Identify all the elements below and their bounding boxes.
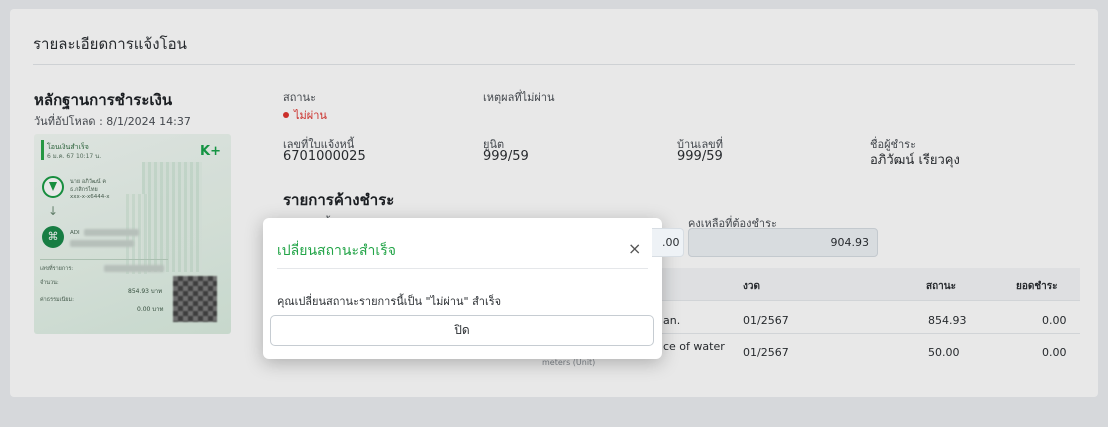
close-icon[interactable]: × — [628, 239, 641, 258]
paid-field: .00 — [652, 228, 684, 257]
close-button[interactable]: ปิด — [270, 315, 654, 346]
modal-backdrop[interactable] — [0, 0, 1108, 427]
success-modal: เปลี่ยนสถานะสำเร็จ × คุณเปลี่ยนสถานะรายก… — [263, 218, 662, 359]
modal-message: คุณเปลี่ยนสถานะรายการนี้เป็น "ไม่ผ่าน" ส… — [277, 295, 502, 308]
modal-title: เปลี่ยนสถานะสำเร็จ — [277, 243, 396, 259]
modal-divider — [277, 268, 648, 269]
